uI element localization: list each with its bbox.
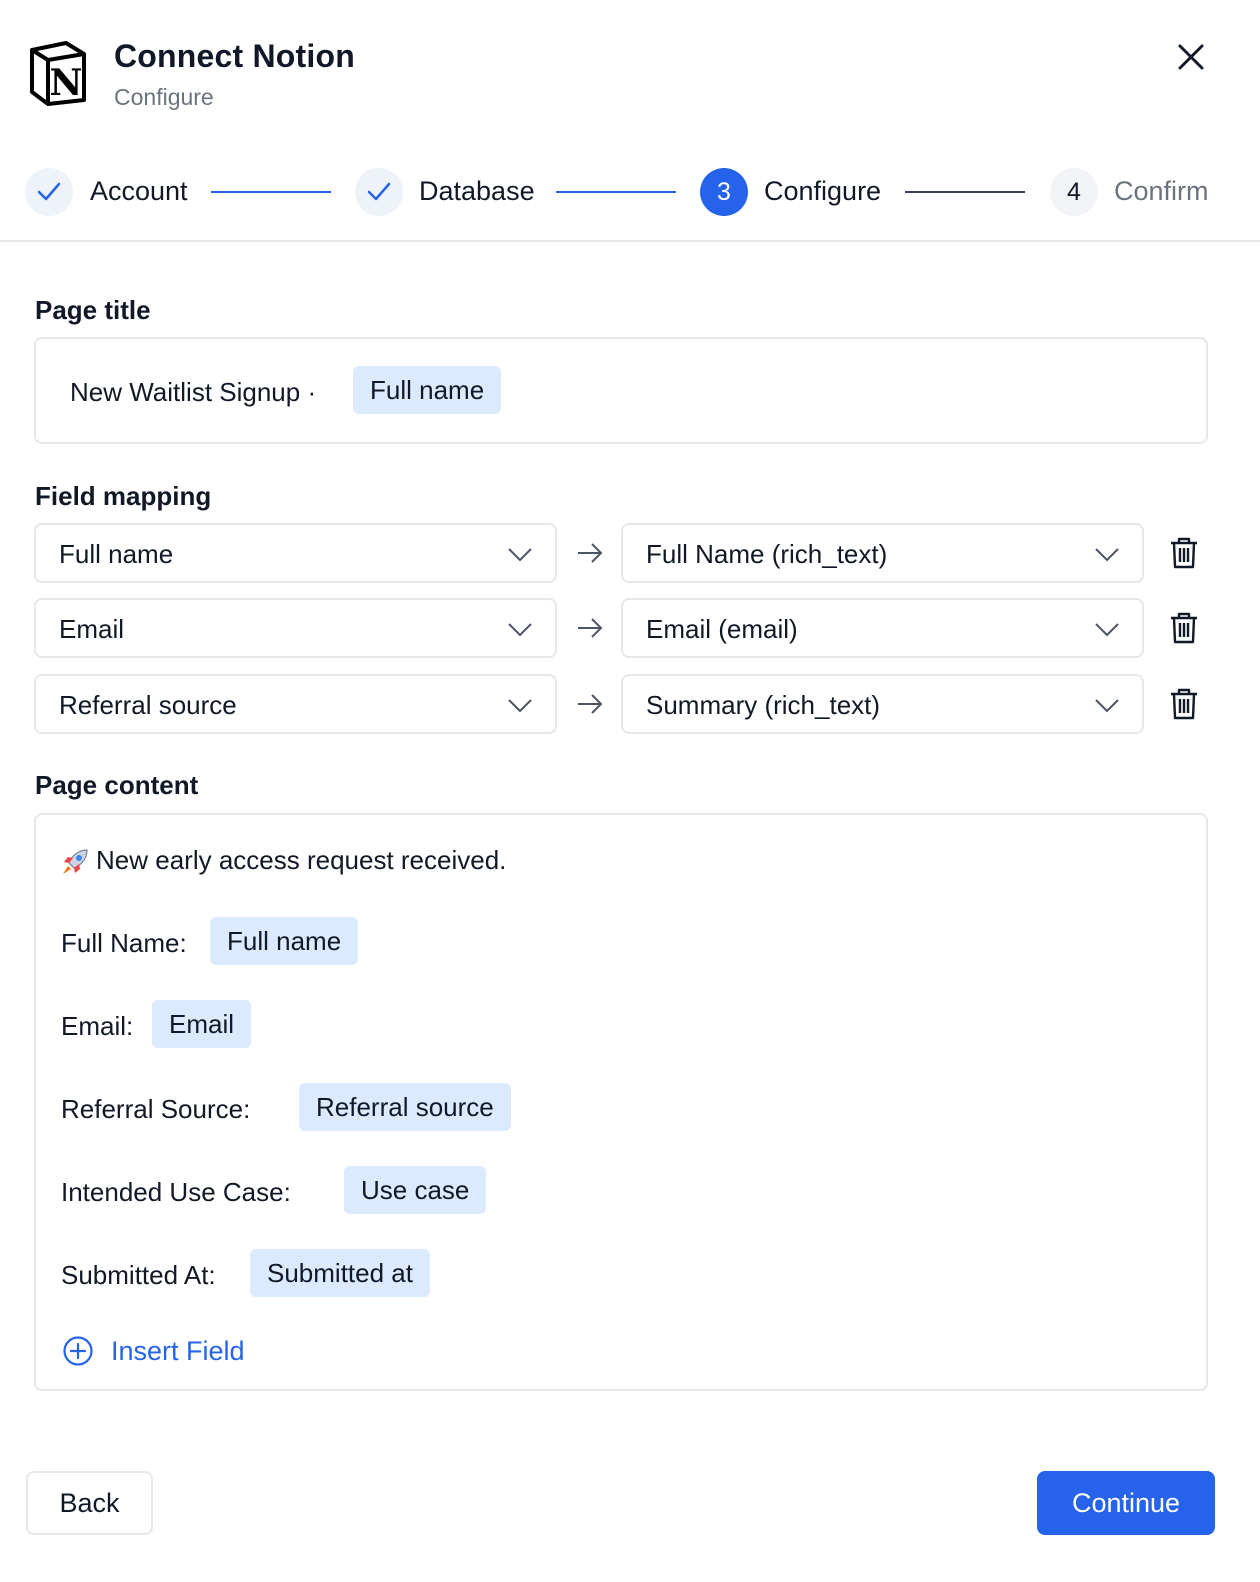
field-chip[interactable]: Email	[152, 1000, 252, 1048]
field-chip[interactable]: Submitted at	[250, 1249, 430, 1297]
chevron-down-icon	[508, 623, 532, 637]
page-content-section-label: Page content	[35, 770, 199, 800]
target-property-select[interactable]: Summary (rich_text)	[621, 674, 1144, 734]
chevron-down-icon	[1095, 623, 1119, 637]
content-line-label: Full Name:	[61, 928, 187, 958]
dialog-subtitle: Configure	[114, 84, 214, 110]
content-line-label: Referral Source:	[61, 1094, 251, 1124]
step-connector	[556, 191, 676, 193]
field-chip[interactable]: Use case	[344, 1166, 487, 1214]
step-confirm-label: Confirm	[1114, 176, 1209, 206]
insert-field-button[interactable]: Insert Field	[62, 1335, 245, 1367]
arrow-right-icon	[578, 694, 603, 714]
target-property-value: Summary (rich_text)	[646, 690, 881, 720]
source-field-select[interactable]: Full name	[34, 523, 557, 583]
content-line-label: Intended Use Case:	[61, 1177, 291, 1207]
insert-field-label: Insert Field	[111, 1335, 245, 1366]
source-field-value: Referral source	[59, 690, 237, 720]
source-field-value: Full name	[59, 539, 174, 569]
content-intro-text: New early access request received.	[96, 845, 507, 875]
step-account-check-icon	[25, 168, 73, 216]
step-connector	[211, 191, 331, 193]
chevron-down-icon	[1095, 548, 1119, 562]
dialog-header: N Connect Notion Configure	[0, 0, 1260, 140]
page-title-editor[interactable]: New Waitlist Signup · Full name	[34, 337, 1208, 444]
chevron-down-icon	[508, 548, 532, 562]
step-configure-label: Configure	[764, 176, 882, 206]
trash-icon[interactable]	[1168, 687, 1200, 721]
header-divider	[0, 240, 1260, 242]
dialog-title: Connect Notion	[114, 38, 355, 74]
arrow-right-icon	[578, 618, 603, 638]
field-chip[interactable]: Full name	[210, 917, 359, 965]
step-confirm-number: 4	[1050, 168, 1098, 216]
source-field-value: Email	[59, 614, 125, 644]
trash-icon[interactable]	[1168, 611, 1200, 645]
continue-button[interactable]: Continue	[1037, 1471, 1215, 1535]
chevron-down-icon	[1095, 699, 1119, 713]
content-line-label: Email:	[61, 1011, 134, 1041]
notion-logo-icon: N	[30, 41, 86, 106]
chevron-down-icon	[508, 699, 532, 713]
target-property-select[interactable]: Email (email)	[621, 598, 1144, 658]
plus-circle-icon	[63, 1336, 93, 1366]
step-database-check-icon	[355, 168, 403, 216]
step-connector	[905, 191, 1025, 193]
source-field-select[interactable]: Email	[34, 598, 557, 658]
rocket-icon	[63, 849, 88, 874]
step-configure-number: 3	[700, 168, 748, 216]
close-icon[interactable]	[1172, 38, 1210, 76]
page-title-text: New Waitlist Signup ·	[70, 377, 317, 407]
field-chip[interactable]: Referral source	[299, 1083, 511, 1131]
trash-icon[interactable]	[1168, 536, 1200, 570]
step-database-label: Database	[419, 176, 535, 206]
target-property-value: Email (email)	[646, 614, 798, 644]
target-property-value: Full Name (rich_text)	[646, 539, 888, 569]
back-button[interactable]: Back	[26, 1471, 153, 1535]
page-title-section-label: Page title	[35, 295, 151, 325]
content-line-label: Submitted At:	[61, 1260, 216, 1290]
arrow-right-icon	[578, 543, 603, 563]
stepper: Account Database 3 Configure 4 Confirm	[0, 160, 1260, 226]
source-field-select[interactable]: Referral source	[34, 674, 557, 734]
field-chip[interactable]: Full name	[353, 366, 502, 414]
svg-text:N: N	[50, 62, 83, 104]
field-mapping-section-label: Field mapping	[35, 481, 212, 511]
target-property-select[interactable]: Full Name (rich_text)	[621, 523, 1144, 583]
page-content-editor[interactable]: New early access request received. Full …	[34, 813, 1208, 1391]
step-account-label: Account	[90, 176, 188, 206]
